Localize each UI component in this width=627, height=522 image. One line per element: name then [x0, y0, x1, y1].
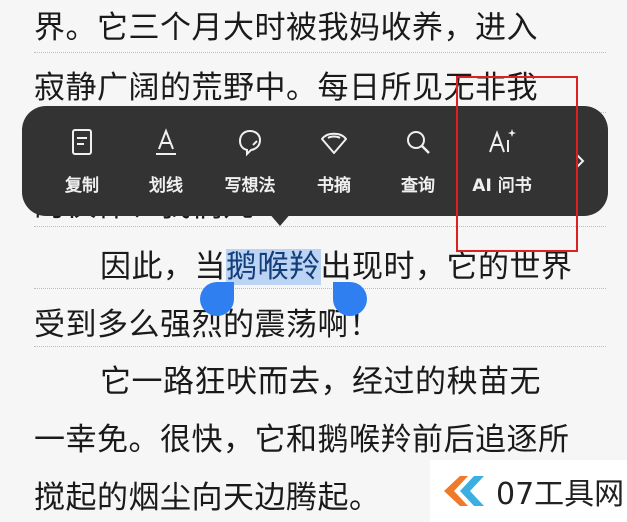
text-line-1: 界。它三个月大时被我妈收养，进入 [34, 10, 538, 46]
underline-label: 划线 [149, 175, 183, 196]
site-watermark: 07工具网 [430, 460, 627, 522]
selection-end-handle[interactable] [333, 282, 367, 316]
lookup-button[interactable]: 查询 [376, 106, 460, 216]
lookup-label: 查询 [401, 175, 435, 196]
write-thought-button[interactable]: 写想法 [208, 106, 292, 216]
text-line-6: 它一路狂吠而去，经过的秧苗无 [100, 364, 541, 400]
copy-button[interactable]: 复制 [40, 106, 124, 216]
underline-icon [156, 127, 176, 155]
selected-text[interactable]: 鹅喉羚 [226, 249, 321, 285]
watermark-text: 07工具网 [496, 477, 625, 512]
selection-start-handle[interactable] [200, 282, 234, 316]
copy-label: 复制 [65, 175, 99, 196]
write-thought-label: 写想法 [224, 175, 276, 196]
search-icon [407, 130, 430, 154]
toolbar-pointer [268, 212, 292, 226]
thought-icon [238, 129, 262, 156]
line-separator [34, 346, 606, 347]
excerpt-button[interactable]: 书摘 [292, 106, 376, 216]
copy-icon [72, 128, 92, 155]
text-before-selection: 因此，当 [100, 249, 226, 285]
text-line-7: 一幸免。很快，它和鹅喉羚前后追逐所 [34, 422, 570, 458]
excerpt-label: 书摘 [317, 175, 351, 196]
text-after-selection: 出现时，它的世界 [320, 249, 573, 285]
highlight-annotation-box [456, 76, 578, 252]
text-line-4: 因此，当鹅喉羚出现时，它的世界 [34, 247, 606, 287]
line-separator [34, 288, 606, 289]
arrow-logo-icon [444, 476, 484, 506]
bookmark-fan-icon [321, 132, 347, 154]
line-separator [34, 52, 606, 53]
text-line-5: 受到多么强烈的震荡啊！ [34, 307, 381, 343]
underline-button[interactable]: 划线 [124, 106, 208, 216]
